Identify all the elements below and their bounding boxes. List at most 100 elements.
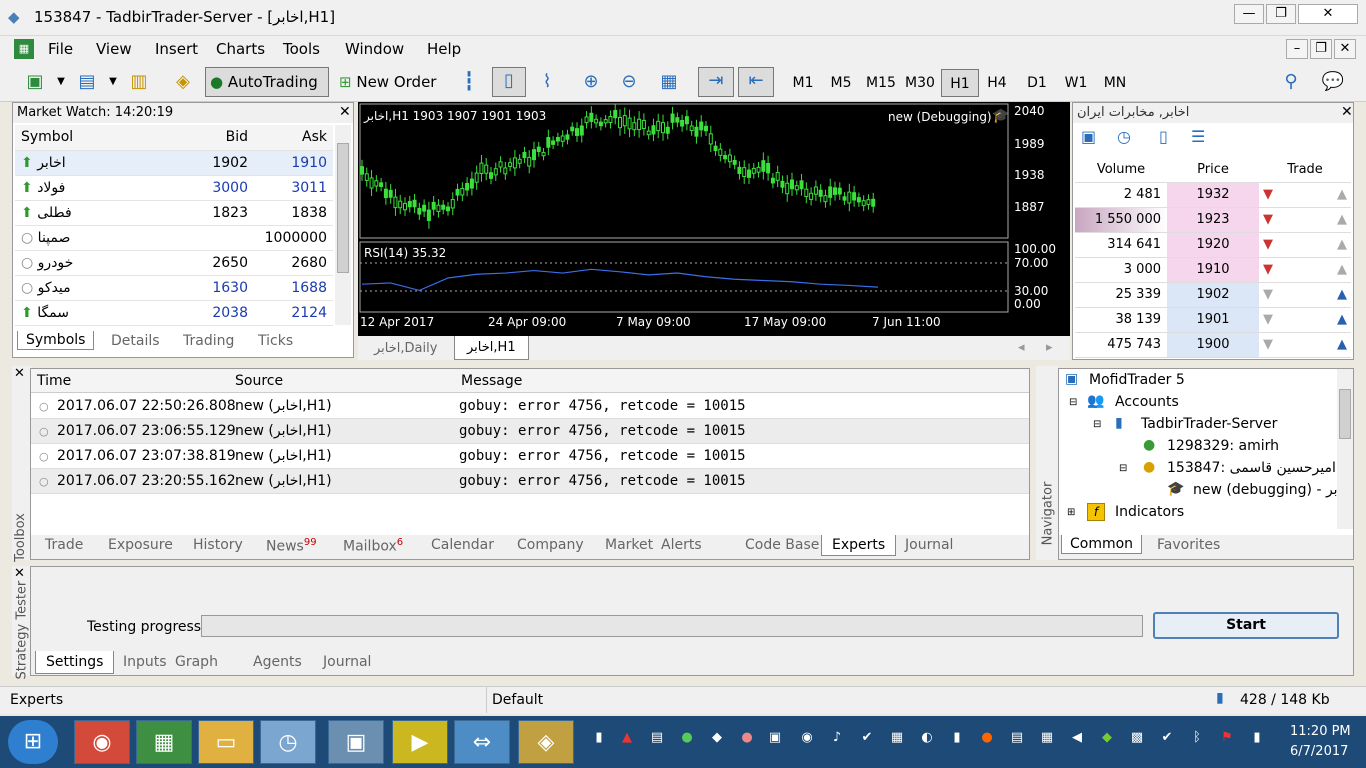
- tray-icon[interactable]: ●: [678, 730, 696, 748]
- tab-chart-daily[interactable]: اخابر,Daily: [374, 341, 437, 356]
- close-button[interactable]: ✕: [1298, 4, 1358, 24]
- tab-market[interactable]: Market: [605, 537, 653, 553]
- collapse-icon[interactable]: ⊟: [1093, 419, 1101, 430]
- search-icon[interactable]: ⚲: [1278, 69, 1304, 95]
- tab-symbols[interactable]: Symbols: [17, 331, 95, 350]
- dom-row[interactable]: 475 743 1900 ▼ ▲: [1075, 332, 1351, 358]
- market-watch-scrollbar[interactable]: [335, 125, 351, 325]
- tray-icon[interactable]: ◆: [708, 730, 726, 748]
- tab-tester-settings[interactable]: Settings: [35, 651, 115, 674]
- tab-mailbox[interactable]: Mailbox6: [343, 537, 403, 555]
- sell-arrow-icon[interactable]: ▼: [1263, 212, 1273, 227]
- autotrading-button[interactable]: ● AutoTrading: [205, 67, 329, 97]
- market-watch-row[interactable]: ○ صمپنا 1000000: [15, 225, 333, 251]
- dom-row[interactable]: 314 641 1920 ▼ ▲: [1075, 232, 1351, 258]
- tab-ticks[interactable]: Ticks: [258, 333, 293, 349]
- market-watch-row[interactable]: ⬆ فطلی 1823 1838: [15, 200, 333, 226]
- tf-m30[interactable]: M30: [901, 69, 939, 97]
- teamviewer-icon[interactable]: ⇔: [454, 720, 510, 764]
- menu-insert[interactable]: Insert: [155, 40, 198, 58]
- chart-canvas[interactable]: [358, 102, 1070, 360]
- tab-exposure[interactable]: Exposure: [108, 537, 173, 553]
- tab-favorites[interactable]: Favorites: [1157, 537, 1220, 553]
- chart-shift-icon[interactable]: ⇤: [738, 67, 774, 97]
- tray-icon[interactable]: ◐: [918, 730, 936, 748]
- dom-clock-icon[interactable]: ◷: [1117, 127, 1131, 146]
- metatrader-icon[interactable]: ◈: [518, 720, 574, 764]
- tf-h1[interactable]: H1: [941, 69, 979, 97]
- col-bid[interactable]: Bid: [175, 125, 254, 151]
- tab-company[interactable]: Company: [517, 537, 584, 553]
- collapse-icon[interactable]: ⊟: [1069, 397, 1077, 408]
- tab-calendar[interactable]: Calendar: [431, 537, 494, 553]
- tab-tester-journal[interactable]: Journal: [323, 654, 371, 670]
- sell-arrow-icon[interactable]: ▼: [1263, 312, 1273, 327]
- tab-experts[interactable]: Experts: [821, 535, 897, 556]
- child-close-button[interactable]: ✕: [1334, 39, 1356, 59]
- tab-history[interactable]: History: [193, 537, 243, 553]
- tf-m5[interactable]: M5: [822, 69, 860, 97]
- dom-settings-icon[interactable]: ☰: [1191, 127, 1205, 146]
- tray-icon[interactable]: ●: [738, 730, 756, 748]
- candlestick-chart-icon[interactable]: ▯: [492, 67, 526, 97]
- tab-code-base[interactable]: Code Base: [745, 537, 819, 553]
- tray-icon[interactable]: ▲: [618, 730, 636, 748]
- log-row[interactable]: ○ 2017.06.07 22:50:26.808 new (اخابر,H1)…: [31, 394, 1029, 419]
- nav-ea[interactable]: new (debugging) - بر: [1193, 482, 1338, 498]
- menu-file[interactable]: File: [48, 40, 73, 58]
- dom-row[interactable]: 25 339 1902 ▼ ▲: [1075, 282, 1351, 308]
- menu-view[interactable]: View: [96, 40, 132, 58]
- tab-trading[interactable]: Trading: [183, 333, 234, 349]
- child-minimize-button[interactable]: –: [1286, 39, 1308, 59]
- chrome-icon[interactable]: ◉: [74, 720, 130, 764]
- new-chart-icon[interactable]: ▣: [22, 69, 48, 95]
- tray-icon[interactable]: ▩: [1128, 730, 1146, 748]
- menu-charts[interactable]: Charts: [216, 40, 265, 58]
- tab-details[interactable]: Details: [111, 333, 160, 349]
- tf-w1[interactable]: W1: [1057, 69, 1095, 97]
- tab-tester-graph[interactable]: Graph: [175, 654, 218, 670]
- nav-server[interactable]: TadbirTrader-Server: [1141, 416, 1277, 432]
- start-button[interactable]: Start: [1153, 612, 1339, 639]
- market-watch-row[interactable]: ○ خودرو 2650 2680: [15, 250, 333, 276]
- market-watch-row[interactable]: ○ میدکو 1630 1688: [15, 275, 333, 301]
- buy-arrow-icon[interactable]: ▲: [1337, 337, 1347, 352]
- dropdown-icon[interactable]: ▼: [100, 69, 126, 95]
- sell-arrow-icon[interactable]: ▼: [1263, 337, 1273, 352]
- tf-h4[interactable]: H4: [978, 69, 1016, 97]
- tile-windows-icon[interactable]: ▦: [656, 69, 682, 95]
- col-source[interactable]: Source: [235, 373, 283, 389]
- buy-arrow-icon[interactable]: ▲: [1337, 312, 1347, 327]
- tab-tester-inputs[interactable]: Inputs: [123, 654, 167, 670]
- start-menu-icon[interactable]: ⊞: [8, 720, 58, 764]
- buy-arrow-icon[interactable]: ▲: [1337, 262, 1347, 277]
- calendar-app-icon[interactable]: ▦: [136, 720, 192, 764]
- navigator-scrollbar[interactable]: [1337, 369, 1353, 529]
- market-watch-icon[interactable]: ▥: [126, 69, 152, 95]
- chat-icon[interactable]: 💬: [1320, 69, 1346, 95]
- tab-alerts[interactable]: Alerts: [661, 537, 702, 553]
- tab-journal[interactable]: Journal: [905, 537, 953, 553]
- dom-chart-icon[interactable]: ▣: [1081, 127, 1096, 146]
- dom-row[interactable]: 38 139 1901 ▼ ▲: [1075, 307, 1351, 333]
- zoom-in-icon[interactable]: ⊕: [578, 69, 604, 95]
- folder-icon[interactable]: ▭: [198, 720, 254, 764]
- child-restore-button[interactable]: ❐: [1310, 39, 1332, 59]
- sell-arrow-icon[interactable]: ▼: [1263, 237, 1273, 252]
- profiles-icon[interactable]: ▤: [74, 69, 100, 95]
- scroll-thumb[interactable]: [337, 143, 349, 273]
- dom-row[interactable]: 2 481 1932 ▼ ▲: [1075, 182, 1351, 208]
- expand-icon[interactable]: ⊞: [1067, 507, 1075, 518]
- dom-row[interactable]: 3 000 1910 ▼ ▲: [1075, 257, 1351, 283]
- close-icon[interactable]: ✕: [14, 366, 25, 381]
- tf-m15[interactable]: M15: [862, 69, 900, 97]
- tab-news[interactable]: News99: [266, 537, 317, 555]
- dom-row[interactable]: 1 550 000 1923 ▼ ▲: [1075, 207, 1351, 233]
- close-icon[interactable]: ✕: [339, 104, 351, 120]
- buy-arrow-icon[interactable]: ▲: [1337, 212, 1347, 227]
- nav-indicators[interactable]: Indicators: [1115, 504, 1184, 520]
- chart-window[interactable]: اخابر,H1 1903 1907 1901 1903 new (Debugg…: [358, 102, 1070, 360]
- log-row[interactable]: ○ 2017.06.07 23:07:38.819 new (اخابر,H1)…: [31, 444, 1029, 469]
- tray-icon[interactable]: ▮: [590, 730, 608, 748]
- menu-window[interactable]: Window: [345, 40, 404, 58]
